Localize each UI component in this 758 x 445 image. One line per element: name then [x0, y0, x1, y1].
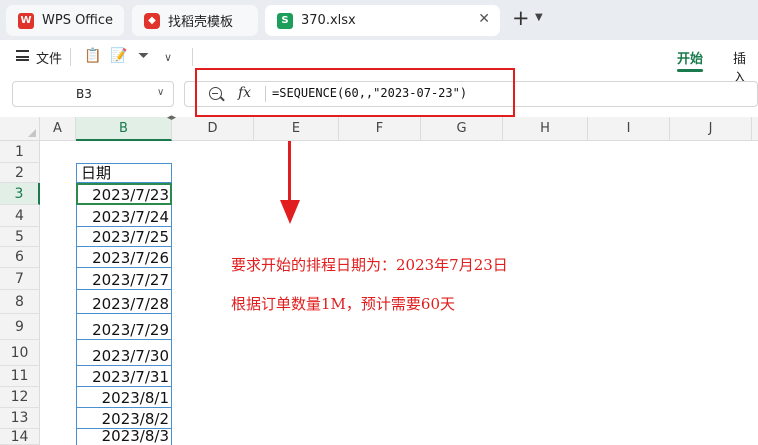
- row-header-8[interactable]: 8: [0, 290, 40, 314]
- annotation-arrow: [288, 141, 291, 206]
- tab-label: 找稻壳模板: [168, 15, 234, 30]
- title-tab-bar: W WPS Office ◆ 找稻壳模板 S 370.xlsx ✕ + ▼: [0, 0, 758, 40]
- annotation-arrow-head: [280, 200, 300, 224]
- cell-b12[interactable]: 2023/8/1: [76, 387, 172, 408]
- annotation-duration: 根据订单数量1M，预计需要60天: [231, 295, 455, 313]
- tab-wps-office[interactable]: W WPS Office: [6, 5, 124, 36]
- column-header-overflow: [752, 117, 758, 141]
- toolbar-divider: [70, 48, 71, 66]
- tab-label: 370.xlsx: [301, 13, 356, 28]
- row-header-14[interactable]: 14: [0, 429, 40, 445]
- chevron-down-icon[interactable]: ∨: [164, 51, 172, 64]
- hamburger-menu-icon[interactable]: [16, 50, 29, 61]
- annotation-start-date: 要求开始的排程日期为：2023年7月23日: [231, 256, 508, 274]
- column-header-g[interactable]: G: [421, 117, 503, 141]
- cell-b11[interactable]: 2023/7/31: [76, 366, 172, 387]
- row-header-1[interactable]: 1: [0, 141, 40, 163]
- column-header-h[interactable]: H: [503, 117, 588, 141]
- row-header-13[interactable]: 13: [0, 408, 40, 429]
- row-header-6[interactable]: 6: [0, 247, 40, 268]
- tab-370-xlsx[interactable]: S 370.xlsx ✕: [265, 5, 500, 36]
- cell-b2[interactable]: 日期: [76, 163, 172, 183]
- docer-template-icon: ◆: [144, 12, 160, 29]
- active-tab-indicator: [677, 69, 703, 72]
- row-header-9[interactable]: 9: [0, 314, 40, 340]
- cell-b4[interactable]: 2023/7/24: [76, 205, 172, 227]
- cell-b14[interactable]: 2023/8/3: [76, 429, 172, 445]
- cell-b6[interactable]: 2023/7/26: [76, 247, 172, 268]
- name-box[interactable]: B3 ∨: [12, 81, 174, 107]
- formula-highlight-box: [195, 68, 515, 117]
- cell-b3[interactable]: 2023/7/23: [76, 183, 172, 205]
- row-header-2[interactable]: 2: [0, 163, 40, 183]
- cell-b9[interactable]: 2023/7/29: [76, 314, 172, 340]
- column-header-e[interactable]: E: [254, 117, 339, 141]
- ribbon-tab-home[interactable]: 开始: [677, 48, 703, 67]
- column-header-b[interactable]: B: [76, 117, 172, 141]
- row-header-10[interactable]: 10: [0, 340, 40, 366]
- chevron-down-icon[interactable]: ∨: [157, 87, 164, 98]
- cell-b10[interactable]: 2023/7/30: [76, 340, 172, 366]
- cell-reference: B3: [76, 87, 92, 101]
- file-menu[interactable]: 文件: [36, 48, 62, 67]
- tab-docer-templates[interactable]: ◆ 找稻壳模板: [132, 5, 258, 36]
- cell-b5[interactable]: 2023/7/25: [76, 227, 172, 247]
- paste-values-icon[interactable]: 📋: [84, 48, 101, 64]
- spreadsheet-icon: S: [277, 12, 293, 29]
- row-header-7[interactable]: 7: [0, 268, 40, 290]
- column-header-f[interactable]: F: [339, 117, 421, 141]
- column-resize-handle-icon[interactable]: ◂▸: [167, 113, 176, 123]
- row-header-3[interactable]: 3: [0, 183, 40, 205]
- row-header-11[interactable]: 11: [0, 366, 40, 387]
- wps-logo-icon: W: [18, 12, 34, 29]
- chevron-down-icon[interactable]: ▼: [535, 12, 543, 23]
- column-header-a[interactable]: A: [40, 117, 76, 141]
- new-tab-plus-icon[interactable]: +: [512, 8, 530, 29]
- column-header-d[interactable]: D: [172, 117, 254, 141]
- row-header-4[interactable]: 4: [0, 205, 40, 227]
- cell-b7[interactable]: 2023/7/27: [76, 268, 172, 290]
- cell-b13[interactable]: 2023/8/2: [76, 408, 172, 429]
- filter-icon[interactable]: ⏷: [138, 48, 149, 64]
- row-header-12[interactable]: 12: [0, 387, 40, 408]
- close-icon[interactable]: ✕: [478, 11, 490, 27]
- column-header-j[interactable]: J: [670, 117, 752, 141]
- toolbar-divider: [192, 48, 193, 66]
- row-header-5[interactable]: 5: [0, 227, 40, 247]
- paste-format-icon[interactable]: 📝: [110, 48, 127, 64]
- cell-b8[interactable]: 2023/7/28: [76, 290, 172, 314]
- select-all-corner[interactable]: [0, 117, 40, 141]
- column-header-i[interactable]: I: [588, 117, 670, 141]
- tab-label: WPS Office: [42, 13, 114, 28]
